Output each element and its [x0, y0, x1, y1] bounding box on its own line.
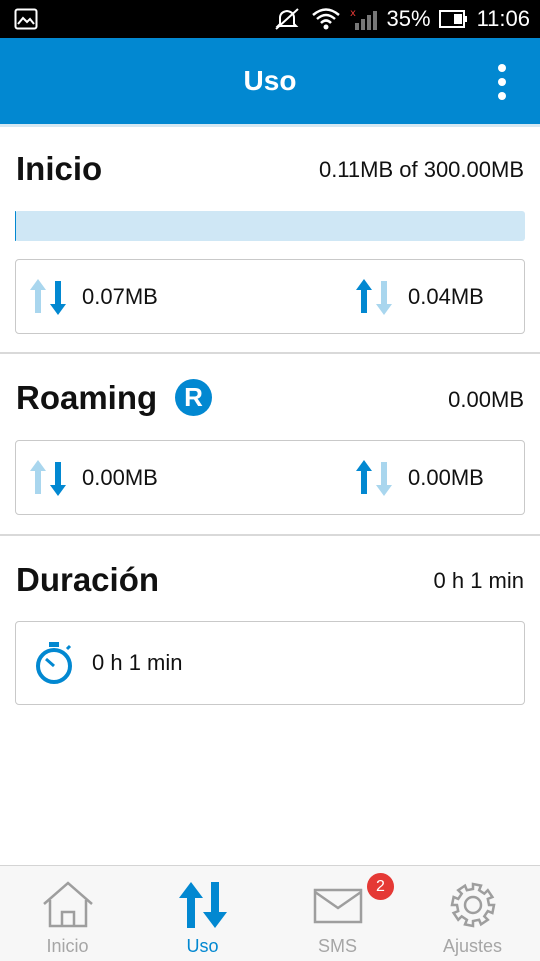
roaming-section-title: Roaming [16, 379, 157, 417]
nav-label-sms: SMS [270, 936, 405, 957]
roaming-download-value: 0.00MB [82, 465, 158, 491]
signal-icon: x [349, 7, 379, 31]
app-bar-shadow [0, 124, 540, 127]
section-divider [0, 534, 540, 536]
menu-dot [498, 92, 506, 100]
data-usage-progress-bar [15, 211, 525, 241]
status-bar: x 35% 11:06 [0, 0, 540, 38]
nav-label-inicio: Inicio [0, 936, 135, 957]
menu-dot [498, 78, 506, 86]
download-arrows-icon [28, 458, 70, 498]
duracion-section-title: Duración [16, 561, 159, 599]
duration-timer: 0 h 1 min [34, 622, 183, 704]
svg-text:x: x [350, 8, 356, 19]
roaming-upload-value: 0.00MB [408, 465, 484, 491]
gear-icon [445, 880, 501, 930]
overflow-menu-button[interactable] [492, 60, 512, 104]
upload-arrows-icon [354, 458, 396, 498]
nav-item-inicio[interactable]: Inicio [0, 866, 135, 961]
section-divider [0, 352, 540, 354]
battery-icon [439, 7, 469, 31]
nav-item-uso[interactable]: Uso [135, 866, 270, 961]
roaming-upload: 0.00MB [354, 441, 484, 514]
battery-percent: 35% [387, 6, 431, 32]
envelope-icon [310, 880, 366, 930]
roaming-traffic-card: 0.00MB 0.00MB [15, 440, 525, 515]
transfer-arrows-icon [175, 880, 231, 930]
roaming-badge-icon: R [175, 379, 212, 416]
nav-label-ajustes: Ajustes [405, 936, 540, 957]
download-arrows-icon [28, 277, 70, 317]
upload-arrows-icon [354, 277, 396, 317]
roaming-download: 0.00MB [28, 441, 158, 514]
inicio-upload-value: 0.04MB [408, 284, 484, 310]
sms-unread-badge: 2 [367, 873, 394, 900]
nav-label-uso: Uso [135, 936, 270, 957]
inicio-download: 0.07MB [28, 260, 158, 333]
roaming-total: 0.00MB [448, 387, 524, 413]
inicio-section-title: Inicio [16, 150, 102, 188]
wifi-icon [311, 7, 341, 31]
bottom-navigation: Inicio Uso SMS Ajustes [0, 865, 540, 961]
duracion-total: 0 h 1 min [434, 568, 525, 594]
inicio-upload: 0.04MB [354, 260, 484, 333]
home-icon [40, 880, 96, 930]
duration-timer-value: 0 h 1 min [92, 650, 183, 676]
nav-item-ajustes[interactable]: Ajustes [405, 866, 540, 961]
inicio-download-value: 0.07MB [82, 284, 158, 310]
menu-dot [498, 64, 506, 72]
page-title: Uso [0, 38, 540, 124]
inicio-usage-summary: 0.11MB of 300.00MB [319, 157, 524, 183]
inicio-traffic-card: 0.07MB 0.04MB [15, 259, 525, 334]
app-bar: Uso [0, 38, 540, 124]
stopwatch-icon [34, 641, 74, 685]
clock: 11:06 [477, 6, 530, 32]
mute-icon [273, 7, 303, 31]
duration-card: 0 h 1 min [15, 621, 525, 705]
gallery-notification-icon [14, 8, 38, 30]
